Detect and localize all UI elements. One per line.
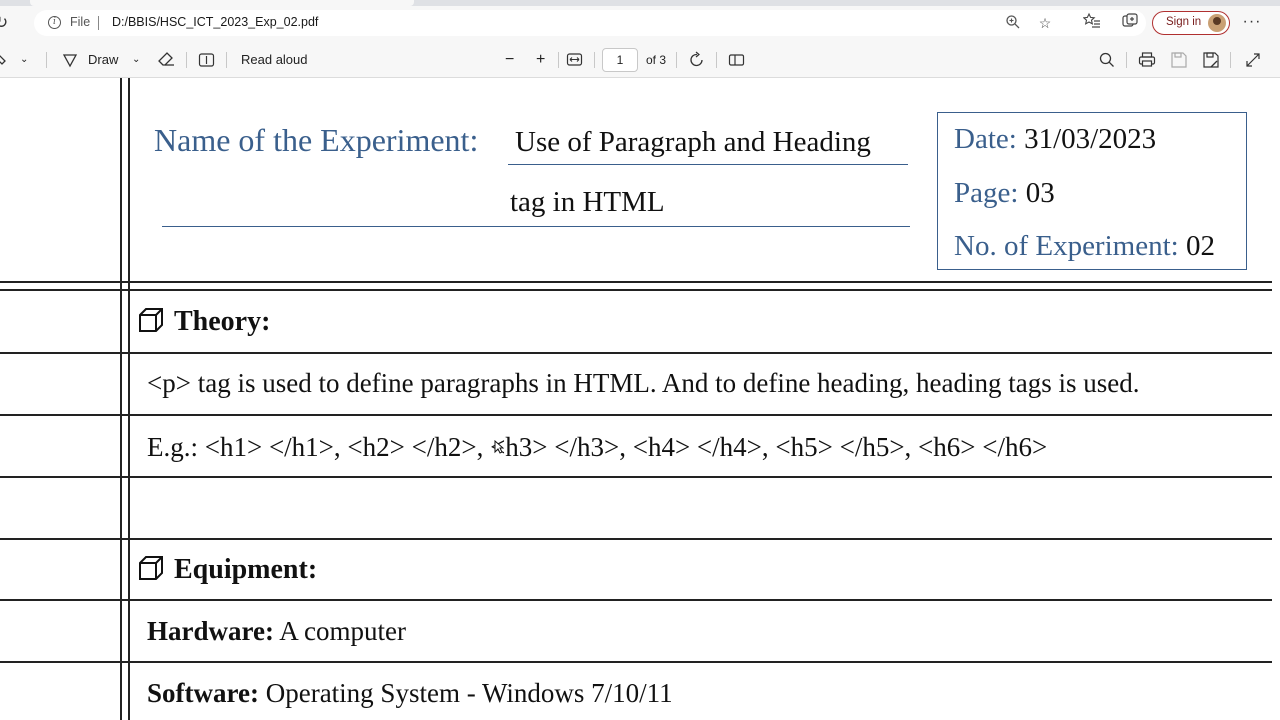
date-row: Date: 31/03/2023 — [954, 123, 1156, 156]
pdf-page: Name of the Experiment: Use of Paragraph… — [0, 78, 1280, 720]
page-value: 03 — [1025, 177, 1055, 209]
hardware-label: Hardware: — [147, 616, 274, 646]
search-icon[interactable] — [1098, 50, 1116, 70]
highlight-icon[interactable] — [0, 50, 10, 70]
table-border — [120, 78, 122, 720]
software-value: Operating System - Windows 7/10/11 — [265, 678, 673, 708]
text-cursor-icon — [494, 440, 504, 454]
reload-icon[interactable]: ↻ — [0, 12, 14, 34]
page-view-icon[interactable] — [728, 50, 746, 70]
toolbar-separator — [716, 52, 717, 68]
date-value: 31/03/2023 — [1024, 123, 1157, 155]
experiment-underline — [508, 164, 908, 165]
toolbar-separator — [186, 52, 187, 68]
equipment-heading: Equipment: — [138, 554, 317, 586]
theory-text-line-2: E.g.: <h1> </h1>, <h2> </h2>, <h3> </h3>… — [147, 432, 1048, 462]
favorite-star-icon[interactable]: ☆ — [1036, 14, 1054, 32]
draw-dropdown-chevron-down-icon[interactable]: ⌄ — [132, 50, 140, 70]
sign-in-label: Sign in — [1166, 16, 1202, 28]
fit-to-width-icon[interactable] — [566, 50, 584, 70]
table-border — [0, 352, 1272, 354]
theory-title: Theory: — [174, 306, 271, 337]
draw-icon[interactable] — [62, 50, 78, 70]
table-border — [0, 661, 1272, 663]
cropped-heading-fragment — [196, 78, 236, 97]
table-border — [0, 538, 1272, 540]
experiment-name-line-1: Use of Paragraph and Heading — [515, 126, 871, 158]
draw-button[interactable]: Draw — [88, 50, 118, 70]
page-row: Page: 03 — [954, 177, 1055, 210]
software-label: Software: — [147, 678, 259, 708]
table-border — [0, 289, 1272, 291]
experiment-underline — [162, 226, 910, 227]
theory-heading: Theory: — [138, 306, 270, 338]
experiment-number-row: No. of Experiment: 02 — [954, 230, 1215, 263]
sign-in-button[interactable]: Sign in — [1152, 11, 1230, 35]
experiment-name-line-2: tag in HTML — [510, 186, 665, 218]
save-as-icon[interactable] — [1202, 50, 1220, 70]
read-aloud-button[interactable]: Read aloud — [241, 50, 308, 70]
table-border — [0, 476, 1272, 478]
favorites-icon[interactable] — [1082, 12, 1102, 32]
cube-icon — [139, 308, 163, 332]
hardware-row: Hardware: A computer — [147, 616, 406, 647]
table-border — [0, 414, 1272, 416]
rotate-icon[interactable] — [688, 50, 706, 70]
collections-icon[interactable] — [1120, 12, 1140, 32]
toolbar-separator — [558, 52, 559, 68]
experiment-number-label: No. of Experiment: — [954, 230, 1179, 262]
zoom-in-button[interactable]: + — [536, 50, 545, 70]
more-options-icon[interactable]: ··· — [1242, 12, 1262, 32]
url-box[interactable]: i File D:/BBIS/HSC_ICT_2023_Exp_02.pdf ☆ — [34, 10, 1146, 36]
cube-icon — [139, 556, 163, 580]
fullscreen-expand-icon[interactable] — [1244, 50, 1262, 70]
page-number-input[interactable]: 1 — [602, 48, 638, 72]
url-separator — [98, 16, 99, 30]
experiment-name-label: Name of the Experiment: — [154, 122, 479, 158]
url-text[interactable]: D:/BBIS/HSC_ICT_2023_Exp_02.pdf — [112, 15, 318, 29]
date-label: Date: — [954, 123, 1017, 155]
zoom-icon[interactable] — [1004, 14, 1022, 32]
avatar — [1208, 14, 1226, 32]
hardware-value: A computer — [279, 616, 406, 646]
text-box-icon[interactable] — [198, 50, 216, 70]
eraser-icon[interactable] — [158, 50, 176, 70]
toolbar-separator — [226, 52, 227, 68]
software-row: Software: Operating System - Windows 7/1… — [147, 678, 673, 709]
experiment-info-box: Date: 31/03/2023 Page: 03 No. of Experim… — [937, 112, 1247, 270]
pdf-toolbar: ⌄ Draw ⌄ Read aloud − + 1 of 3 — [0, 42, 1280, 78]
toolbar-separator — [1230, 52, 1231, 68]
cropped-heading-fragment — [1160, 78, 1230, 97]
save-icon[interactable] — [1170, 50, 1188, 70]
table-border — [128, 78, 130, 720]
equipment-title: Equipment: — [174, 554, 318, 585]
theory-text-line-1: <p> tag is used to define paragraphs in … — [147, 368, 1140, 398]
page-label: Page: — [954, 177, 1019, 209]
url-scheme: File — [70, 15, 91, 29]
print-icon[interactable] — [1138, 50, 1156, 70]
table-border — [0, 599, 1272, 601]
highlight-dropdown-chevron-down-icon[interactable]: ⌄ — [20, 50, 28, 70]
toolbar-separator — [1126, 52, 1127, 68]
info-icon[interactable]: i — [48, 16, 61, 29]
zoom-out-button[interactable]: − — [505, 50, 514, 70]
toolbar-separator — [594, 52, 595, 68]
address-bar: ↻ i File D:/BBIS/HSC_ICT_2023_Exp_02.pdf… — [0, 6, 1280, 42]
page-count: of 3 — [646, 53, 667, 67]
toolbar-separator — [676, 52, 677, 68]
toolbar-separator — [46, 52, 47, 68]
experiment-number-value: 02 — [1185, 230, 1215, 262]
table-border — [0, 281, 1272, 283]
